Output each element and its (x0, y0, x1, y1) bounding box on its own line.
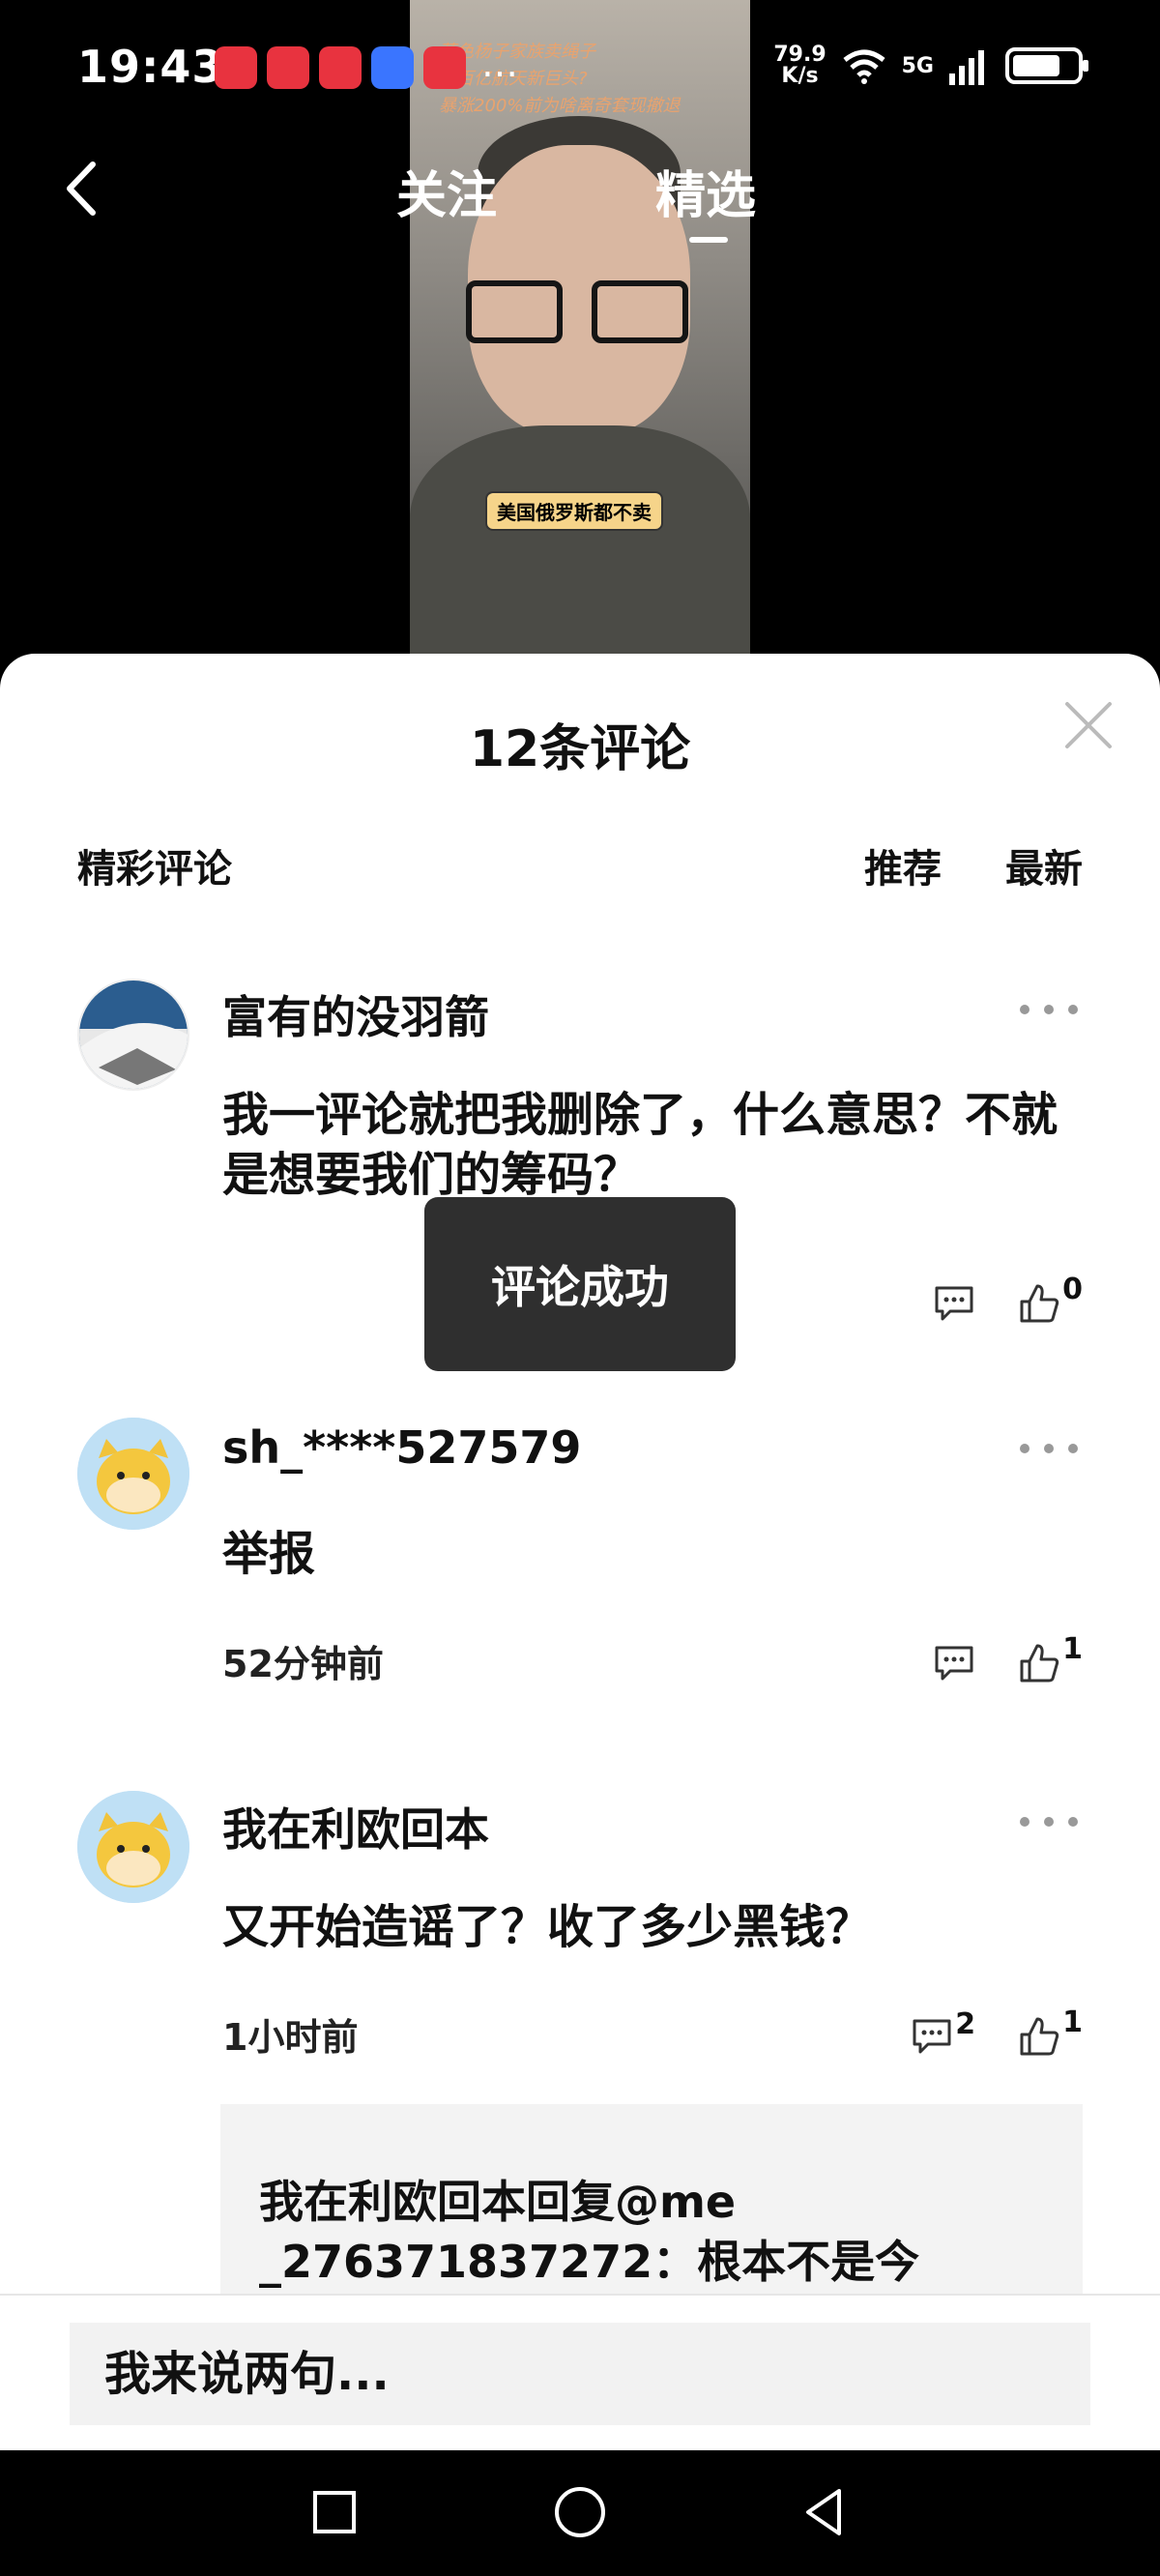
back-triangle-icon[interactable] (795, 2481, 856, 2543)
like-button[interactable]: 1 (1018, 1632, 1083, 1684)
wifi-icon (843, 49, 885, 84)
like-count: 0 (1062, 1273, 1083, 1306)
app-notification-icon (215, 46, 257, 89)
reply-count: 2 (955, 2007, 976, 2041)
tab-featured[interactable]: 精选 (655, 155, 756, 227)
like-count: 1 (1062, 1632, 1083, 1666)
battery-icon (1005, 47, 1088, 84)
comment-text: 举报 (222, 1527, 316, 1581)
more-options-icon[interactable] (1015, 998, 1083, 1021)
reply-preview[interactable]: 我在利欧回本回复@me _276371837272：根本不是今 (220, 2104, 1083, 2317)
like-button[interactable]: 1 (1018, 2005, 1083, 2058)
top-tabs: 关注 精选 (387, 155, 773, 251)
home-icon[interactable] (549, 2481, 611, 2543)
comment-actions: 2 1 (911, 2005, 1083, 2065)
reply-button[interactable] (933, 1644, 975, 1683)
active-tab-indicator (689, 237, 728, 243)
comment-bubble-icon (935, 1286, 973, 1321)
status-bar: 19:43 … 79.9 K/s 5G (0, 0, 1160, 135)
comment-actions: 0 (933, 1273, 1083, 1332)
presenter-hoodie (410, 425, 750, 654)
comment-author[interactable]: 我在利欧回本 (222, 1795, 489, 1859)
reply-button[interactable]: 2 (911, 2007, 975, 2056)
reply-preview-text: 我在利欧回本回复@me _276371837272：根本不是今 (259, 2176, 920, 2288)
thumbs-up-icon (1020, 1644, 1059, 1683)
more-options-icon[interactable] (1015, 1810, 1083, 1833)
status-right: 79.9 K/s 5G (773, 43, 1088, 88)
comment-text: 又开始造谣了？收了多少黑钱？ (222, 1900, 873, 1954)
avatar[interactable] (77, 979, 189, 1091)
comment-actions: 1 (933, 1632, 1083, 1692)
notification-icons (215, 46, 466, 89)
success-toast: 评论成功 (424, 1197, 736, 1371)
avatar[interactable] (77, 1418, 189, 1530)
reply-button[interactable] (933, 1284, 975, 1323)
sort-recommend-button[interactable]: 推荐 (864, 837, 942, 893)
comment-bubble-icon (913, 2019, 951, 2054)
status-time: 19:43 (77, 41, 224, 93)
like-count: 1 (1062, 2005, 1083, 2039)
network-speed: 79.9 K/s (773, 43, 826, 88)
comment-time: 1小时前 (222, 2016, 359, 2059)
avatar[interactable] (77, 1791, 189, 1903)
comments-title: 12条评论 (469, 720, 691, 778)
comments-filter-bar: 精彩评论 推荐 最新 (77, 837, 1083, 895)
battery-level (1013, 55, 1059, 76)
tab-follow[interactable]: 关注 (396, 155, 497, 227)
app-notification-icon (423, 46, 466, 89)
like-button[interactable]: 0 (1018, 1273, 1083, 1325)
comment-author[interactable]: 富有的没羽箭 (222, 982, 489, 1046)
app-notification-icon (319, 46, 362, 89)
app-notification-icon (371, 46, 414, 89)
close-icon[interactable] (1059, 696, 1117, 754)
network-type: 5G (901, 53, 934, 78)
thumbs-up-icon (1020, 2017, 1059, 2056)
more-notifications-indicator: … (481, 43, 518, 85)
comment-author[interactable]: sh_****527579 (222, 1421, 581, 1474)
sort-latest-button[interactable]: 最新 (1005, 837, 1083, 893)
recent-apps-icon[interactable] (304, 2481, 365, 2543)
comment-bubble-icon (935, 1646, 973, 1681)
app-notification-icon (267, 46, 309, 89)
comment-text: 我一评论就把我删除了，什么意思？不就是想要我们的筹码？ (222, 1088, 1058, 1202)
comment-item: sh_****527579 举报 52分钟前 1 (77, 1418, 1083, 1737)
comment-input-bar: 我来说两句... (0, 2294, 1160, 2450)
more-options-icon[interactable] (1015, 1437, 1083, 1460)
video-caption: 美国俄罗斯都不卖 (485, 491, 663, 531)
comment-time: 52分钟前 (222, 1643, 384, 1685)
featured-comments-label: 精彩评论 (77, 847, 232, 892)
thumbs-up-icon (1020, 1284, 1059, 1323)
presenter-glasses (458, 280, 700, 348)
signal-icon (949, 50, 984, 85)
comment-input[interactable]: 我来说两句... (70, 2323, 1090, 2425)
back-arrow-icon[interactable] (54, 155, 112, 222)
comment-item: 我在利欧回本 又开始造谣了？收了多少黑钱？ 1小时前 2 1 (77, 1791, 1083, 2110)
system-nav-bar (0, 2450, 1160, 2576)
